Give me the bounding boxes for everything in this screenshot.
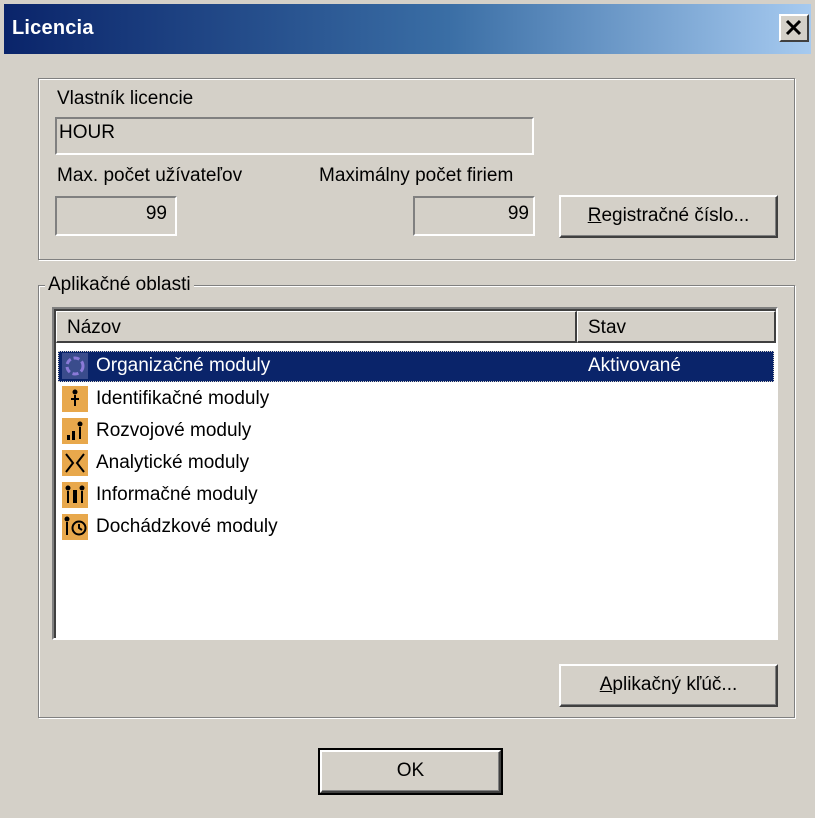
window-title: Licencia (12, 17, 94, 39)
registration-button-label: Registračné číslo... (587, 205, 750, 226)
owner-value: HOUR (59, 122, 115, 143)
module-name: Organizačné moduly (96, 355, 271, 376)
analytics-icon (62, 450, 88, 476)
module-name: Informačné moduly (96, 484, 258, 505)
column-header-name[interactable]: Názov (56, 311, 577, 343)
owner-label: Vlastník licencie (57, 88, 194, 109)
module-name: Analytické moduly (96, 452, 250, 473)
title-bar[interactable]: Licencia (4, 4, 811, 54)
list-item[interactable]: Informačné moduly (58, 480, 774, 511)
max-companies-field: 99 (413, 196, 535, 236)
list-item[interactable]: Organizačné moduly Aktivované (58, 351, 774, 382)
development-icon (62, 418, 88, 444)
owner-field: HOUR (55, 117, 534, 155)
max-users-label: Max. počet užívateľov (57, 165, 243, 186)
application-areas-label: Aplikačné oblasti (45, 274, 194, 296)
list-item[interactable]: Analytické moduly (58, 448, 774, 479)
modules-list[interactable]: Názov Stav Organizačné moduly Aktivované… (52, 307, 778, 640)
column-header-status[interactable]: Stav (577, 311, 776, 343)
module-name: Rozvojové moduly (96, 420, 252, 441)
max-companies-value: 99 (507, 203, 529, 224)
module-name: Dochádzkové moduly (96, 516, 278, 537)
module-status: Aktivované (588, 355, 681, 376)
module-name: Identifikačné moduly (96, 388, 270, 409)
attendance-icon (62, 514, 88, 540)
list-item[interactable]: Dochádzkové moduly (58, 512, 774, 543)
license-dialog: Licencia Vlastník licencie HOUR Max. poč… (0, 0, 815, 818)
registration-number-button[interactable]: Registračné číslo... (559, 195, 778, 238)
organization-icon (62, 353, 88, 379)
max-users-value: 99 (145, 203, 167, 224)
ok-button[interactable]: OK (318, 748, 503, 795)
list-item[interactable]: Identifikačné moduly (58, 384, 774, 415)
application-key-button-label: Aplikačný kľúč... (599, 674, 738, 695)
application-key-button[interactable]: Aplikačný kľúč... (559, 664, 778, 707)
information-icon (62, 482, 88, 508)
list-header: Názov Stav (56, 311, 776, 343)
close-icon (785, 19, 802, 36)
close-button[interactable] (779, 14, 809, 42)
ok-button-label: OK (396, 760, 425, 781)
max-companies-label: Maximálny počet firiem (319, 165, 514, 186)
identification-icon (62, 386, 88, 412)
list-item[interactable]: Rozvojové moduly (58, 416, 774, 447)
max-users-field: 99 (55, 196, 177, 236)
